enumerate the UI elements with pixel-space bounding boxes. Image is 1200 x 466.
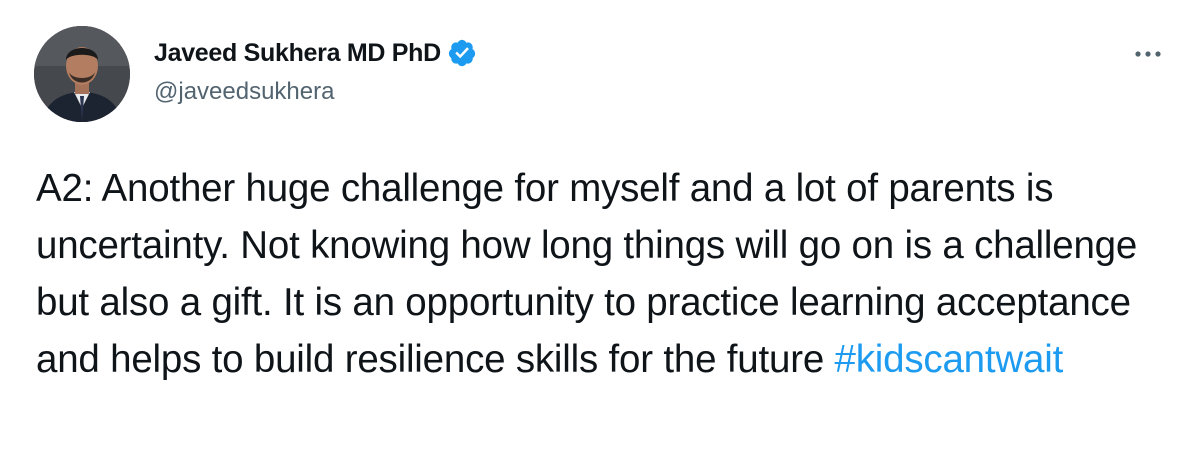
author-name-row[interactable]: Javeed Sukhera MD PhD [154, 36, 477, 70]
hashtag-link[interactable]: #kidscantwait [835, 338, 1064, 381]
author-avatar[interactable] [34, 26, 130, 122]
tweet-card: Javeed Sukhera MD PhD @javeedsukhera A2:… [0, 0, 1200, 466]
more-options-icon[interactable] [1128, 40, 1168, 68]
avatar-image [34, 26, 130, 122]
author-display-name[interactable]: Javeed Sukhera MD PhD [154, 39, 441, 68]
author-handle[interactable]: @javeedsukhera [154, 78, 334, 106]
tweet-text: A2: Another huge challenge for myself an… [36, 160, 1176, 388]
verified-badge-icon [447, 38, 477, 68]
